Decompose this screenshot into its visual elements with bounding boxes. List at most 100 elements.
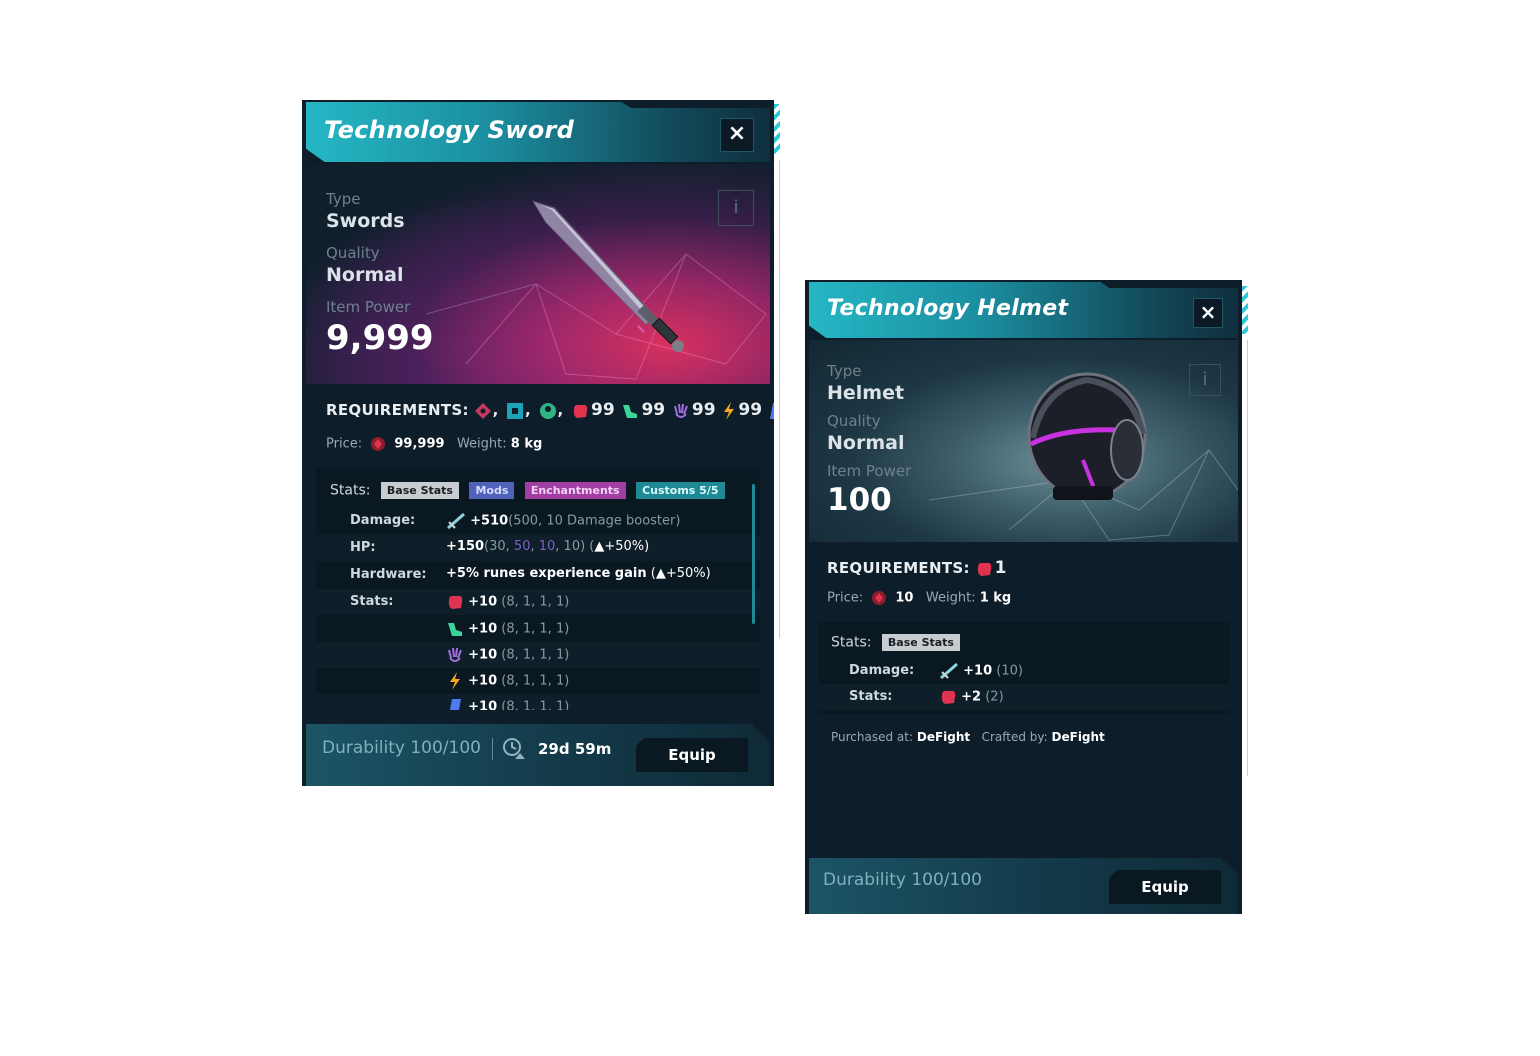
helmet-card-edge-line	[1247, 340, 1248, 776]
tab-base-stats[interactable]: Base Stats	[881, 634, 960, 651]
stat-line-detail: (8, 1, 1, 1)	[501, 594, 570, 610]
damage-value: +10	[963, 663, 993, 679]
tech-chip-icon	[449, 699, 461, 710]
helmet-card-stripe	[1242, 286, 1248, 334]
purchased-value: DeFight	[916, 730, 971, 744]
strength-fist-icon	[573, 404, 588, 418]
hardware-open: (	[646, 566, 656, 581]
stat-value: +10 (8, 1, 1, 1)	[446, 672, 569, 690]
stat-row-damage: Damage: +10 (10)	[819, 658, 1229, 684]
equip-button[interactable]: Equip	[1109, 870, 1221, 904]
stat-line-value: +10	[468, 699, 498, 711]
intelligence-requirement: 99	[691, 400, 716, 420]
price-label: Price:	[326, 436, 363, 452]
stats-label: Stats:	[330, 482, 371, 499]
quality-value: Normal	[326, 264, 404, 286]
price-label: Price:	[827, 590, 864, 606]
tab-mods[interactable]: Mods	[469, 482, 515, 499]
info-button[interactable]: i	[718, 190, 754, 226]
tech-chip-icon	[769, 402, 774, 419]
requirements-row: REQUIREMENTS: , , , 99 99 99 99	[326, 400, 774, 420]
stats-panel: Stats: Base Stats Damage: +10 (10) Stats…	[819, 622, 1229, 714]
item-hero-panel: Type Helmet Quality Normal Item Power 10…	[809, 340, 1238, 542]
upgrade-arrow-icon: ▲	[594, 539, 605, 554]
stat-line-value: +10	[468, 673, 498, 689]
stat-name: Stats:	[849, 689, 893, 704]
card-header: Technology Helmet ×	[809, 282, 1238, 338]
close-icon: ×	[1199, 300, 1217, 324]
stat-name: Damage:	[849, 663, 915, 678]
requirement-separator: ,	[525, 401, 531, 419]
item-power-label: Item Power	[326, 298, 411, 316]
close-button[interactable]: ×	[1193, 298, 1223, 328]
requirement-separator: ,	[492, 401, 499, 419]
stat-row-hardware: Hardware: +5% runes experience gain (▲+5…	[316, 562, 760, 588]
intelligence-hand-icon	[673, 403, 688, 418]
stat-row-hp: HP: +150(30, 50, 10, 10) (▲+50%)	[316, 535, 760, 561]
durability-text: Durability 100/100	[322, 738, 481, 758]
tab-customs[interactable]: Customs 5/5	[636, 482, 725, 499]
hp-detail-open: (30,	[484, 539, 514, 554]
stat-line-detail: (8, 1, 1, 1)	[501, 621, 570, 637]
agility-foot-icon	[448, 623, 462, 636]
item-card-technology-sword: Technology Sword × Type Swords Quality N…	[302, 100, 774, 786]
stat-line-detail: (8, 1, 1, 1)	[501, 699, 570, 711]
equip-button[interactable]: Equip	[636, 738, 748, 772]
damage-detail: (10)	[996, 663, 1023, 679]
class-square-icon	[507, 402, 524, 419]
stat-name: Stats:	[350, 594, 394, 609]
close-button[interactable]: ×	[720, 118, 754, 152]
stat-value: +2 (2)	[939, 688, 1004, 706]
price-row: Price: 99,999 Weight: 8 kg	[326, 436, 542, 452]
strength-fist-icon	[448, 595, 463, 609]
stat-value: +5% runes experience gain (▲+50%)	[446, 566, 711, 581]
tab-base-stats[interactable]: Base Stats	[380, 482, 459, 499]
stat-value: +10 (8, 1, 1, 1)	[446, 698, 569, 710]
stat-value: +10 (8, 1, 1, 1)	[446, 593, 569, 611]
class-circle-icon	[539, 402, 556, 419]
upgrade-arrow-icon: ▲	[655, 566, 666, 581]
stat-row-stats: Stats: +2 (2)	[819, 684, 1229, 710]
stats-panel: Stats: Base Stats Mods Enchantments Cust…	[316, 468, 760, 710]
strength-fist-icon	[941, 690, 956, 704]
type-label: Type	[827, 362, 862, 380]
energy-requirement: 99	[738, 400, 763, 420]
stat-line-detail: (8, 1, 1, 1)	[501, 647, 570, 663]
info-icon: i	[1202, 369, 1208, 390]
stats-detail: (2)	[985, 689, 1004, 705]
sword-card-edge-line	[779, 160, 780, 638]
item-power-value: 100	[827, 482, 892, 518]
damage-detail: (500, 10 Damage booster)	[508, 513, 681, 529]
type-label: Type	[326, 190, 361, 208]
helmet-image	[1027, 372, 1147, 500]
agility-foot-icon	[623, 404, 638, 418]
quality-label: Quality	[326, 244, 380, 262]
stat-row-stats-energy: +10 (8, 1, 1, 1)	[316, 668, 760, 694]
stats-header: Stats: Base Stats	[831, 634, 960, 651]
sword-icon	[447, 512, 465, 530]
footer-divider	[492, 738, 493, 760]
stat-name: HP:	[350, 540, 376, 555]
damage-value: +510	[470, 513, 509, 529]
close-icon: ×	[727, 121, 747, 146]
agility-requirement: 99	[641, 400, 666, 420]
requirements-label: REQUIREMENTS:	[827, 559, 970, 577]
stats-value: +2	[961, 689, 982, 705]
purchase-info: Purchased at: DeFight Crafted by: DeFigh…	[831, 730, 1105, 744]
item-title: Technology Sword	[324, 116, 575, 144]
info-button[interactable]: i	[1189, 364, 1221, 396]
hp-value: +150	[446, 539, 485, 554]
stats-scrollbar[interactable]	[752, 484, 755, 624]
info-icon: i	[733, 197, 739, 218]
stat-value: +10 (8, 1, 1, 1)	[446, 620, 569, 638]
timer-clock-icon	[503, 738, 525, 759]
card-footer: Durability 100/100 Equip	[809, 858, 1238, 914]
item-card-technology-helmet: Technology Helmet × Type Helmet Quality …	[805, 280, 1242, 914]
requirement-separator: ,	[557, 401, 564, 419]
stat-row-stats: Stats: +10 (8, 1, 1, 1)	[316, 589, 760, 615]
weight-label: Weight:	[456, 436, 507, 452]
item-power-value: 9,999	[326, 318, 434, 358]
currency-gem-icon	[872, 591, 887, 605]
tab-enchantments[interactable]: Enchantments	[524, 482, 626, 499]
hp-detail-sep: ,	[530, 539, 539, 554]
